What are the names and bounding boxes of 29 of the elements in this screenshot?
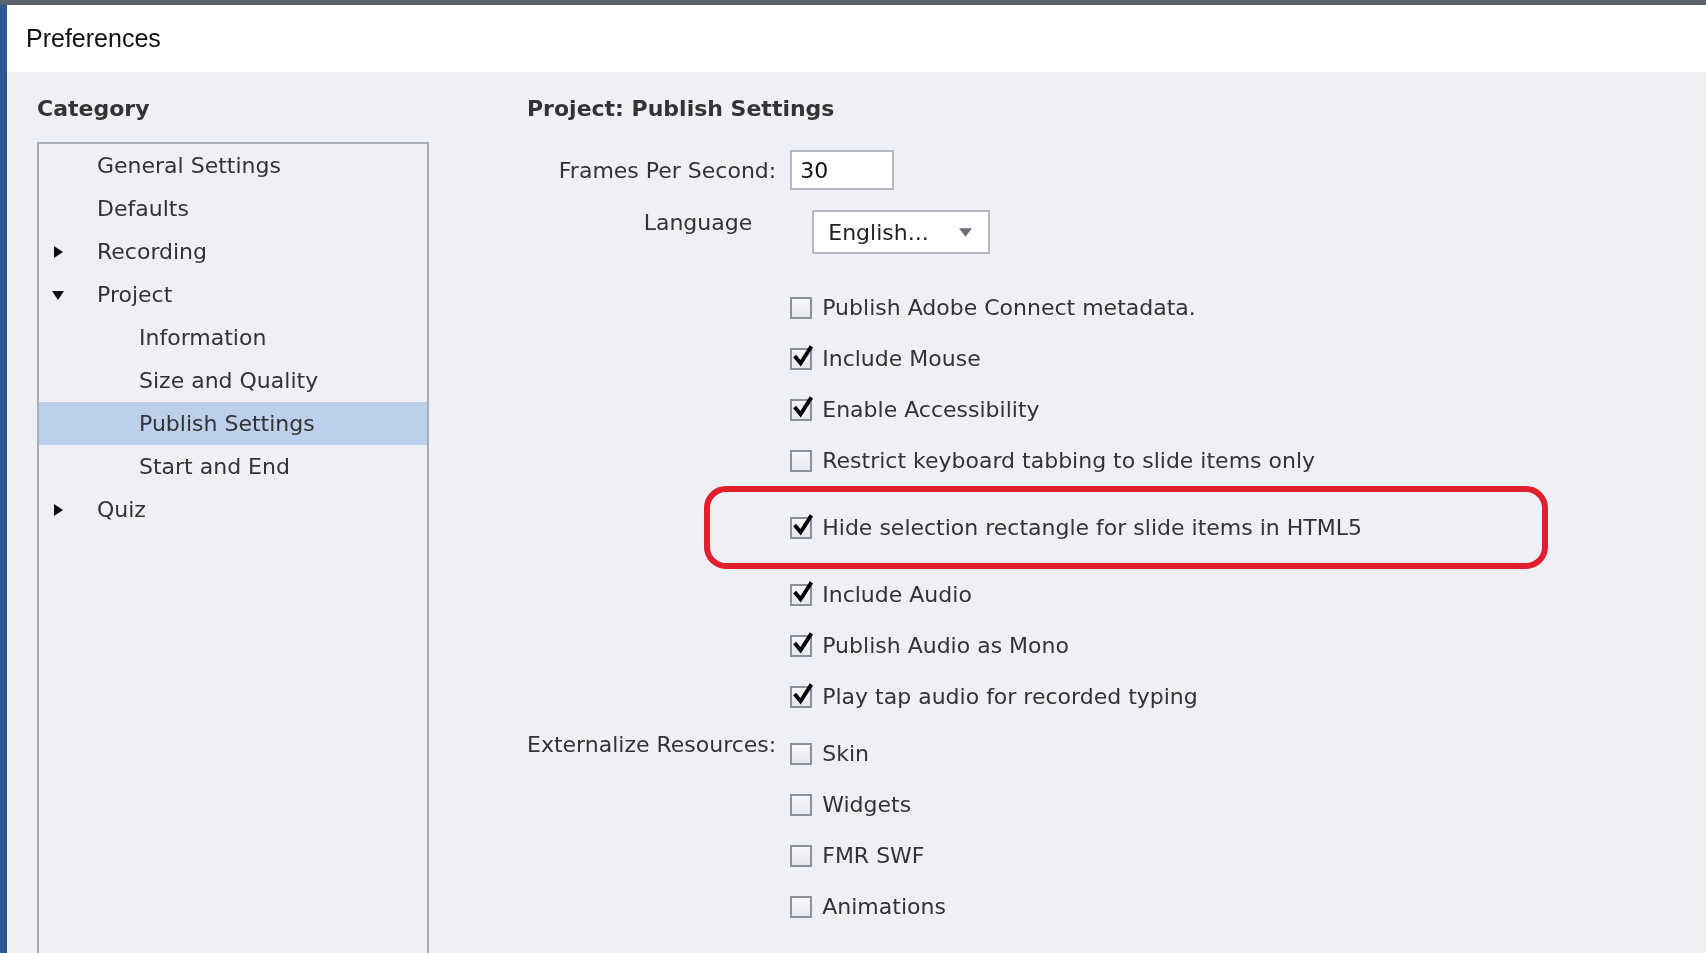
window-title: Preferences <box>26 24 161 53</box>
checkbox-label: FMR SWF <box>822 843 925 868</box>
section-heading: Project: Publish Settings <box>527 96 836 123</box>
checkbox-label: Publish Adobe Connect metadata. <box>822 295 1196 320</box>
language-dropdown[interactable]: English... <box>812 210 991 254</box>
checkbox-label: Widgets <box>822 792 912 817</box>
checkbox-label: Enable Accessibility <box>822 397 1040 422</box>
checkbox-label: Include Audio <box>822 582 972 607</box>
tree-item[interactable]: Recording <box>39 230 427 273</box>
tree-item[interactable]: Publish Settings <box>39 402 427 445</box>
checkbox-label: Include Mouse <box>822 346 981 371</box>
tree-item[interactable]: Information <box>39 316 427 359</box>
checkbox-label: Restrict keyboard tabbing to slide items only <box>822 448 1316 473</box>
tree-item[interactable]: Project <box>39 273 427 316</box>
checkbox-label: Play tap audio for recorded typing <box>822 684 1198 709</box>
frames-per-second-field[interactable]: 30 <box>790 150 895 190</box>
field-label: Language <box>642 209 754 235</box>
tree-item[interactable]: General Settings <box>39 144 427 187</box>
checkbox-label: Skin <box>822 741 869 766</box>
category-heading: Category <box>37 96 151 123</box>
checkbox-label: Hide selection rectangle for slide items in HTML5 <box>822 515 1362 540</box>
field-label: Externalize Resources: <box>527 731 777 757</box>
checkbox-label: Publish Audio as Mono <box>822 633 1069 658</box>
tree-item[interactable]: Defaults <box>39 187 427 230</box>
tree-item[interactable]: Size and Quality <box>39 359 427 402</box>
field-label: Frames Per Second: <box>557 157 777 183</box>
checkbox-label: Animations <box>822 894 946 919</box>
tree-item[interactable]: Quiz <box>39 488 427 531</box>
tree-item[interactable]: Start and End <box>39 445 427 488</box>
